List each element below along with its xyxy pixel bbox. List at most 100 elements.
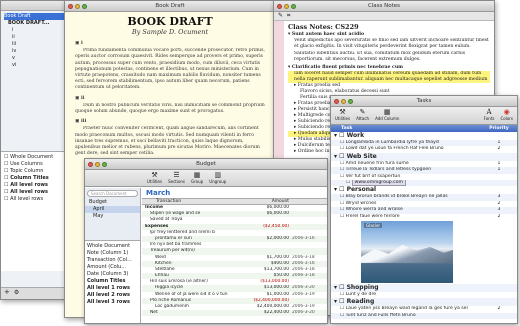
- sidebar-item[interactable]: ii: [4, 34, 66, 41]
- checkbox-icon[interactable]: ▾ ☐: [334, 284, 347, 291]
- task-priority: 2: [497, 213, 501, 219]
- task-label: Web Site: [346, 152, 377, 160]
- minimize-icon[interactable]: [95, 161, 100, 167]
- fonts-button[interactable]: A Fonts: [484, 108, 495, 124]
- table-header: Transaction Amount: [142, 198, 327, 205]
- budget-table[interactable]: March Transaction Amount Income $6,000.00…: [142, 188, 327, 323]
- sections-button[interactable]: ☰ Sections: [168, 171, 185, 186]
- task-row[interactable]: ☐ Frerel faue were ferrore 2: [331, 213, 517, 220]
- zoom-icon[interactable]: [291, 3, 296, 9]
- toolbar-label: Fonts: [483, 116, 495, 121]
- sidebar-item[interactable]: i: [4, 27, 66, 34]
- column-header-priority[interactable]: Priority: [481, 125, 517, 132]
- prop-row[interactable]: All level 1 rows: [87, 285, 138, 292]
- column-header-amount[interactable]: Amount: [249, 199, 289, 204]
- column-header-transaction[interactable]: Transaction: [142, 199, 249, 204]
- sidebar-item[interactable]: iii: [4, 41, 66, 48]
- note-row[interactable]: Salutatio iubentius auctiu. Et sua, comi…: [288, 51, 490, 63]
- minimize-icon[interactable]: [284, 3, 289, 9]
- sidebar-item-may[interactable]: May: [85, 213, 140, 220]
- toolbar-label: Colors: [500, 116, 513, 121]
- sidebar-item[interactable]: vi: [4, 62, 66, 69]
- toolbar: ✎ ⌗: [274, 12, 494, 21]
- task-group-row[interactable]: ▾ ☐ Personal: [331, 186, 517, 195]
- prop-row[interactable]: All level 2 rows: [87, 292, 138, 299]
- checkbox-icon[interactable]: ▾ ☐: [334, 186, 347, 193]
- task-group-row[interactable]: ▾ ☐ Web Site: [331, 152, 517, 161]
- sidebar-item-budget[interactable]: Budget: [85, 199, 140, 206]
- close-icon[interactable]: [334, 98, 339, 104]
- colors-button[interactable]: ◉ Colors: [500, 108, 513, 124]
- checkbox-icon[interactable]: ▾ ☐: [334, 298, 347, 305]
- gear-icon[interactable]: ⚙: [14, 289, 19, 296]
- close-icon[interactable]: [277, 3, 282, 9]
- minimize-icon[interactable]: [341, 98, 346, 104]
- prop-row[interactable]: ☐ Use Columns: [4, 161, 66, 168]
- prop-row[interactable]: ☐ All level rows: [4, 182, 66, 189]
- checkbox-icon[interactable]: ▾ ☐: [334, 153, 347, 160]
- ungroup-button[interactable]: ▥ Ungroup: [209, 171, 226, 186]
- search-input[interactable]: Search Document: [87, 190, 138, 197]
- zoom-icon[interactable]: [348, 98, 353, 104]
- task-group-row[interactable]: ▾ ☐ Shopping: [331, 283, 517, 292]
- task-group-row[interactable]: ▾ ☐ Work: [331, 132, 517, 140]
- sidebar-item[interactable]: v: [4, 55, 66, 62]
- task-group-row[interactable]: ▾ ☐ Reading: [331, 298, 517, 307]
- note-row-highlighted[interactable]: Iam loceret haud semper cum illuminatus …: [288, 71, 490, 83]
- task-label: Ver fut brif of ssapertun: [345, 173, 401, 179]
- task-priority: [481, 298, 517, 306]
- close-icon[interactable]: [68, 3, 73, 9]
- add-icon[interactable]: +: [4, 288, 10, 296]
- minimize-icon[interactable]: [75, 3, 80, 9]
- task-label: Longlambda in Lumbardia lyfre ya thayd: [345, 140, 439, 145]
- prop-row[interactable]: All level 3 rows: [87, 299, 138, 306]
- prop-row[interactable]: Note (Column 1): [87, 250, 138, 257]
- prop-row[interactable]: Whole Document: [87, 243, 138, 250]
- zoom-icon[interactable]: [102, 161, 107, 167]
- section-header: ▣ ii: [75, 95, 85, 101]
- sidebar-item[interactable]: iv: [4, 48, 66, 55]
- sidebar-item-book-draft[interactable]: Book Draft: [4, 13, 66, 20]
- sidebar-item-label: ii: [12, 34, 15, 40]
- cell-transaction: Net: [150, 310, 158, 316]
- prop-label: All level rows: [10, 189, 48, 195]
- prop-row[interactable]: ☐ All level rows: [4, 189, 66, 196]
- prop-row[interactable]: ☐ Whole Document: [4, 154, 66, 161]
- checkbox-icon[interactable]: ▾ ☐: [334, 132, 347, 139]
- sidebar-item-label: iii: [12, 41, 17, 47]
- prop-row[interactable]: ☐ Column Titles: [4, 175, 66, 182]
- task-rows[interactable]: ▾ ☐ Work ☐ Longlambda in Lumbardia lyfre …: [331, 132, 517, 320]
- task-label: Laue yaten jiss Breayn waid legand la ge…: [345, 306, 468, 312]
- prop-row[interactable]: ☐ All level rows: [4, 196, 66, 203]
- prop-row[interactable]: Date (Column 3): [87, 271, 138, 278]
- zoom-icon[interactable]: [82, 3, 87, 9]
- table-row[interactable]: Net $22,400.00 2006-3-20: [142, 310, 327, 317]
- sidebar-item[interactable]: BOOK DRAFT...: [4, 20, 66, 27]
- sidebar-item-label: i: [12, 27, 14, 33]
- utilities-button[interactable]: ⚒ Utilities: [147, 171, 162, 186]
- cell-date: 2006-3-20: [292, 310, 315, 316]
- prop-row[interactable]: Transaction (Col...: [87, 257, 138, 264]
- attach-icon: ✎: [359, 108, 366, 116]
- sidebar-item-label: iv: [12, 48, 17, 54]
- note-row[interactable]: Velut impedictus apo severuratis se fini…: [288, 38, 490, 50]
- sidebar-item-april[interactable]: April: [85, 206, 140, 213]
- section-label: ii: [80, 95, 85, 101]
- prop-row[interactable]: ☐ Topic Column: [4, 168, 66, 175]
- prop-row[interactable]: Column Titles: [87, 278, 138, 285]
- group-button[interactable]: ▦ Group: [191, 171, 203, 186]
- checkbox-icon[interactable]: ☐: [346, 180, 352, 185]
- utilities-button[interactable]: ⚒ Utilities: [335, 108, 350, 124]
- add-column-button[interactable]: ▦ Add Column: [375, 108, 399, 124]
- pencil-icon[interactable]: ✎: [278, 12, 283, 19]
- attached-photo[interactable]: Glacier: [361, 220, 453, 283]
- column-header-task[interactable]: Task: [331, 125, 481, 132]
- close-icon[interactable]: [88, 161, 93, 167]
- prop-row[interactable]: Amount (Colu...: [87, 264, 138, 271]
- sidebar-item-label: Book Draft: [4, 13, 31, 19]
- clip-icon[interactable]: ⌗: [287, 12, 290, 19]
- task-row[interactable]: ☐ Tunt luriz and Fulls ffetn Bruno: [331, 312, 517, 320]
- toolbar-label: Ungroup: [209, 179, 227, 184]
- attach-button[interactable]: ✎ Attach: [356, 108, 369, 124]
- document-body[interactable]: BOOK DRAFT By Sample D. Ocument ▣ i Prim…: [65, 12, 275, 160]
